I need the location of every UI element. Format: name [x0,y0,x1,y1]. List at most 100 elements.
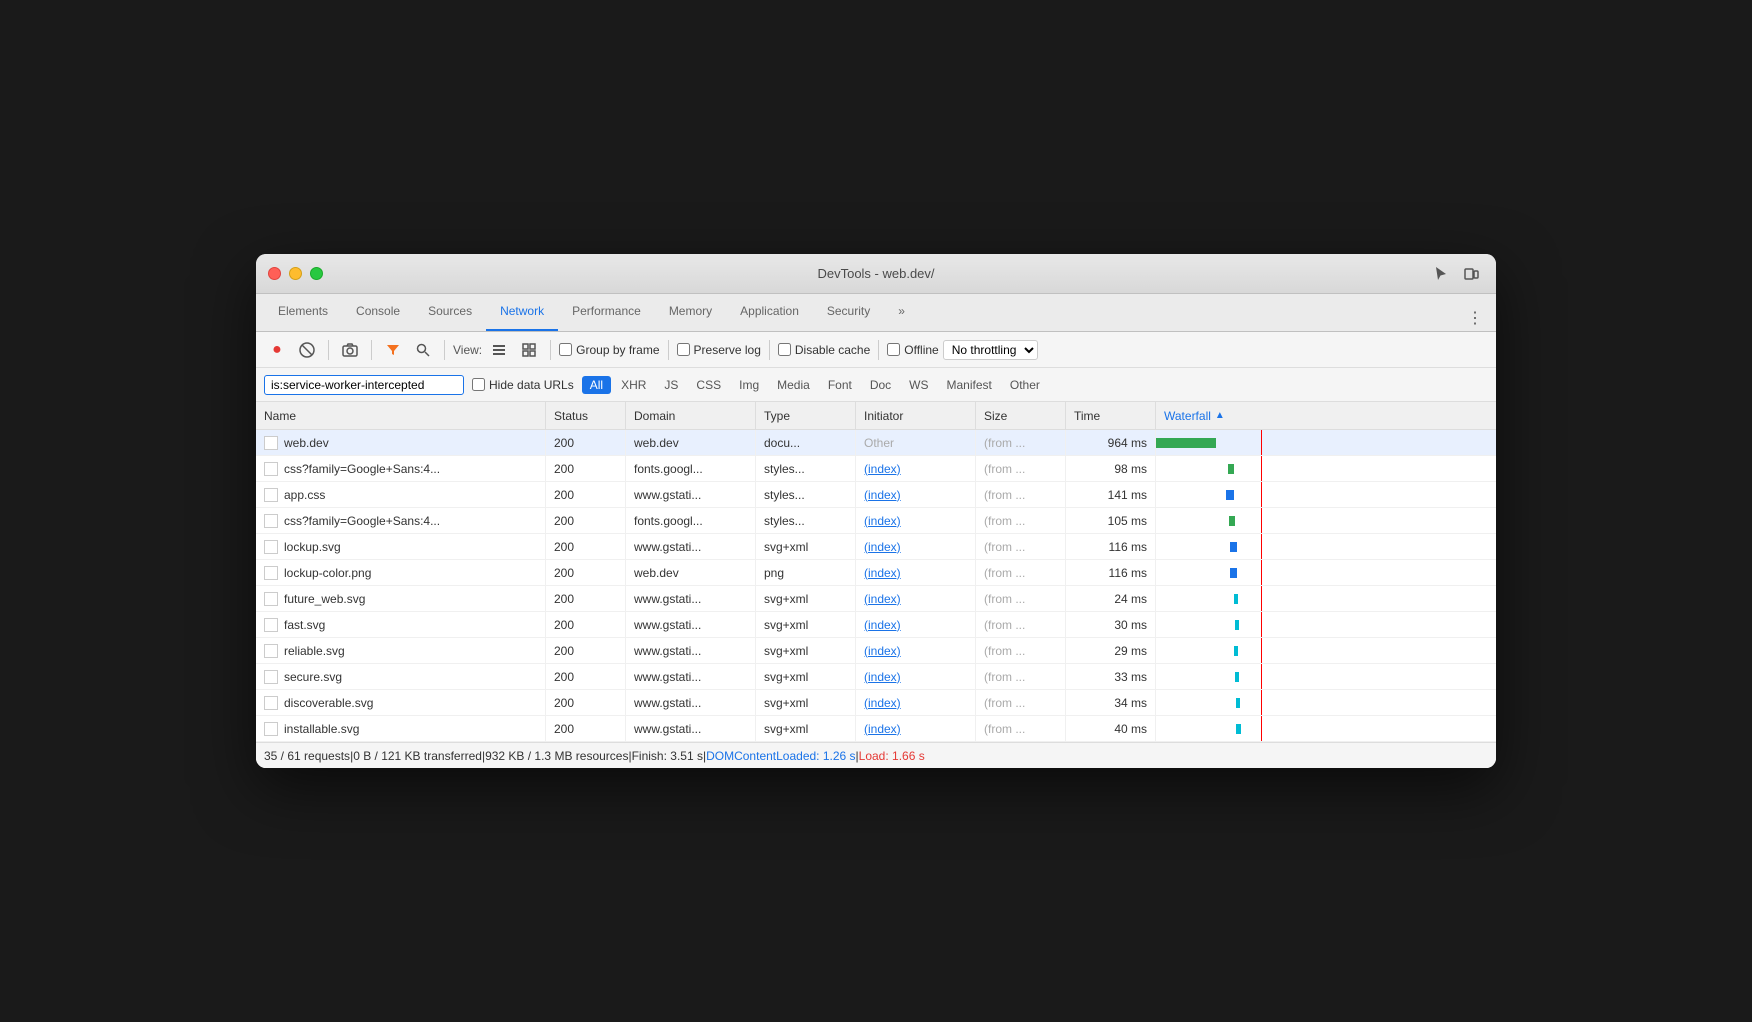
th-name[interactable]: Name [256,402,546,429]
table-row[interactable]: secure.svg200www.gstati...svg+xml(index)… [256,664,1496,690]
row-domain: web.dev [626,560,756,585]
filter-button[interactable] [380,337,406,363]
group-by-frame-checkbox[interactable] [559,343,572,356]
table-row[interactable]: future_web.svg200www.gstati...svg+xml(in… [256,586,1496,612]
waterfall-cell [1156,560,1496,585]
filter-ws-button[interactable]: WS [901,376,936,394]
row-type: styles... [756,482,856,507]
table-row[interactable]: web.dev200web.devdocu...Other(from ...96… [256,430,1496,456]
tab-performance[interactable]: Performance [558,293,655,331]
table-row[interactable]: installable.svg200www.gstati...svg+xml(i… [256,716,1496,742]
row-waterfall [1156,586,1496,611]
table-row[interactable]: lockup-color.png200web.devpng(index)(fro… [256,560,1496,586]
row-size: (from ... [976,430,1066,455]
row-domain: web.dev [626,430,756,455]
row-size: (from ... [976,560,1066,585]
row-type: styles... [756,508,856,533]
row-name: reliable.svg [284,644,345,658]
tab-sources[interactable]: Sources [414,293,486,331]
file-icon [264,488,278,502]
table-row[interactable]: lockup.svg200www.gstati...svg+xml(index)… [256,534,1496,560]
close-button[interactable] [268,267,281,280]
offline-label: Offline [904,343,938,357]
row-time: 98 ms [1066,456,1156,481]
hide-data-urls-group: Hide data URLs [472,378,574,392]
table-row[interactable]: css?family=Google+Sans:4...200fonts.goog… [256,456,1496,482]
filter-xhr-button[interactable]: XHR [613,376,654,394]
filter-font-button[interactable]: Font [820,376,860,394]
devtools-menu-icon[interactable]: ⋮ [1462,305,1488,331]
grouped-view-button[interactable] [516,337,542,363]
th-status[interactable]: Status [546,402,626,429]
filter-css-button[interactable]: CSS [688,376,729,394]
row-domain: www.gstati... [626,638,756,663]
filter-manifest-button[interactable]: Manifest [939,376,1000,394]
row-status: 200 [546,586,626,611]
row-waterfall [1156,664,1496,689]
table-row[interactable]: fast.svg200www.gstati...svg+xml(index)(f… [256,612,1496,638]
tab-elements[interactable]: Elements [264,293,342,331]
devtools-content: ● View: [256,332,1496,768]
row-time: 116 ms [1066,560,1156,585]
dom-content-loaded-marker [1261,456,1262,481]
search-button[interactable] [410,337,436,363]
row-waterfall [1156,508,1496,533]
tab-console[interactable]: Console [342,293,414,331]
table-row[interactable]: app.css200www.gstati...styles...(index)(… [256,482,1496,508]
file-icon [264,696,278,710]
tab-application[interactable]: Application [726,293,813,331]
row-time: 105 ms [1066,508,1156,533]
row-waterfall [1156,560,1496,585]
offline-group: Offline [887,343,938,357]
tab-more[interactable]: » [884,293,919,331]
row-time: 33 ms [1066,664,1156,689]
divider-3 [444,340,445,360]
filter-doc-button[interactable]: Doc [862,376,899,394]
filter-all-button[interactable]: All [582,376,611,394]
th-size[interactable]: Size [976,402,1066,429]
cursor-icon[interactable] [1428,261,1454,287]
hide-data-urls-checkbox[interactable] [472,378,485,391]
filter-js-button[interactable]: JS [656,376,686,394]
record-button[interactable]: ● [264,337,290,363]
th-domain[interactable]: Domain [626,402,756,429]
preserve-log-group: Preserve log [677,343,761,357]
table-row[interactable]: discoverable.svg200www.gstati...svg+xml(… [256,690,1496,716]
th-time[interactable]: Time [1066,402,1156,429]
row-type: svg+xml [756,586,856,611]
offline-checkbox[interactable] [887,343,900,356]
divider-6 [769,340,770,360]
device-icon[interactable] [1458,261,1484,287]
search-input[interactable] [264,375,464,395]
tab-network[interactable]: Network [486,293,558,331]
row-domain: www.gstati... [626,716,756,741]
th-initiator[interactable]: Initiator [856,402,976,429]
clear-button[interactable] [294,337,320,363]
preserve-log-checkbox[interactable] [677,343,690,356]
camera-button[interactable] [337,337,363,363]
table-row[interactable]: reliable.svg200www.gstati...svg+xml(inde… [256,638,1496,664]
dom-content-loaded-marker [1261,638,1262,663]
row-domain: www.gstati... [626,586,756,611]
table-row[interactable]: css?family=Google+Sans:4...200fonts.goog… [256,508,1496,534]
tab-security[interactable]: Security [813,293,884,331]
disable-cache-label: Disable cache [795,343,870,357]
filter-img-button[interactable]: Img [731,376,767,394]
row-initiator: (index) [856,612,976,637]
waterfall-bar [1236,724,1241,734]
row-type: svg+xml [756,664,856,689]
minimize-button[interactable] [289,267,302,280]
waterfall-bar [1226,490,1234,500]
filter-other-button[interactable]: Other [1002,376,1048,394]
th-waterfall[interactable]: Waterfall ▲ [1156,402,1496,429]
row-size: (from ... [976,690,1066,715]
throttle-select[interactable]: No throttling [943,340,1038,360]
maximize-button[interactable] [310,267,323,280]
row-status: 200 [546,430,626,455]
tab-memory[interactable]: Memory [655,293,726,331]
th-type[interactable]: Type [756,402,856,429]
list-view-button[interactable] [486,337,512,363]
disable-cache-checkbox[interactable] [778,343,791,356]
row-size: (from ... [976,456,1066,481]
filter-media-button[interactable]: Media [769,376,818,394]
